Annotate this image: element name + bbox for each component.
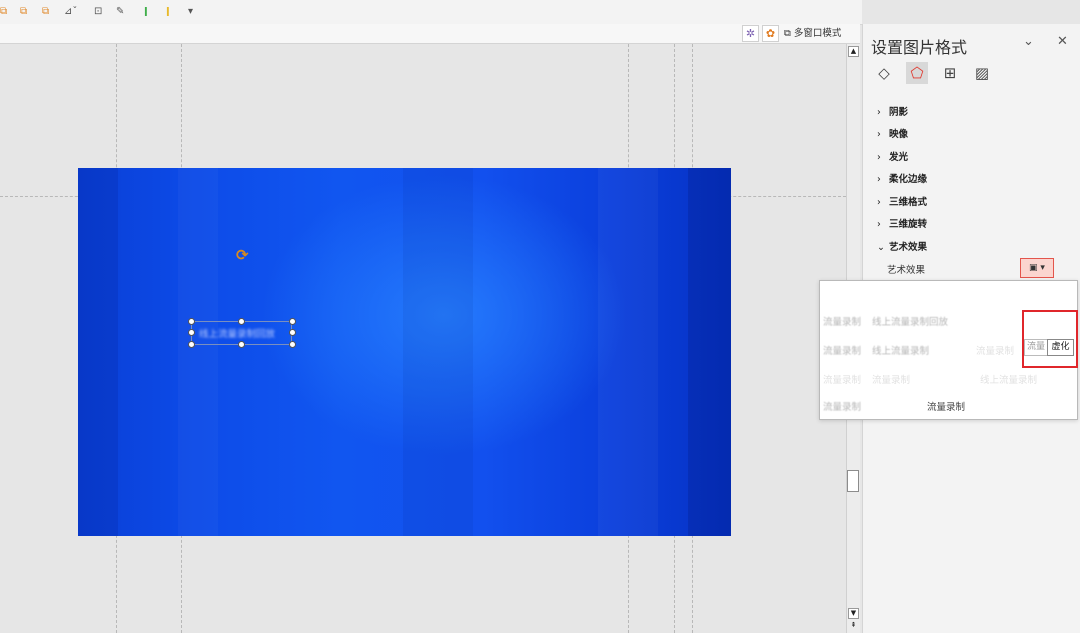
image-band [78,168,118,536]
settings-gear-icon[interactable]: ✿ [762,25,779,42]
scroll-down-icon[interactable]: ▼ [848,608,859,619]
resize-handle[interactable] [289,329,296,336]
fill-bucket-icon[interactable]: ◇ [873,62,895,84]
effect-option[interactable]: 流量录制 [976,343,1014,357]
arrange-icon[interactable]: ⧉ [0,5,7,19]
format-painter-icon[interactable]: ✎ [116,5,124,19]
resize-handle[interactable] [188,329,195,336]
quick-access-toolbar: ⧉ ⧉ ⧉ ⊿ˇ ⊡ ✎ ǀ ǀ ▾ [0,0,862,25]
section-label: 三维格式 [889,197,928,208]
textbox-text: 线上流量录制回放 [199,329,276,340]
effect-option[interactable]: 线上流量录制 [872,343,929,357]
artistic-effects-dropdown[interactable]: ▣ ▾ [1020,258,1054,278]
image-band [178,168,218,536]
effect-option[interactable]: 流量录制 [823,343,861,357]
chevron-right-icon: › [877,152,881,163]
effect-option[interactable]: 线上流量录制 [980,372,1037,386]
green-marker-icon[interactable]: ǀ [144,5,148,19]
send-backward-icon[interactable]: ⧉ [42,5,49,19]
section-label: 艺术效果 [889,242,928,253]
section-label: 映像 [889,129,909,140]
highlight-annotation-box [1022,310,1078,368]
artistic-effect-thumbnail-icon: ▣ [1029,263,1038,273]
bring-forward-icon[interactable]: ⧉ [20,5,27,19]
resize-handle[interactable] [289,341,296,348]
magic-wand-icon[interactable]: ✲ [742,25,759,42]
chevron-right-icon: › [877,219,881,230]
effect-option[interactable]: 流量录制 [823,314,861,328]
chevron-right-icon: › [877,129,881,140]
chevron-down-icon[interactable]: ⌄ [1023,34,1034,49]
section-3d-format[interactable]: › 三维格式 [877,194,927,208]
window-icon: ⧉ [784,28,794,39]
section-artistic-effects[interactable]: ⌄ 艺术效果 [877,239,927,253]
section-label: 柔化边缘 [889,174,928,185]
effect-option[interactable]: 线上流量录制回放 [872,314,948,328]
effect-option[interactable]: 流量录制 [823,399,861,413]
chevron-down-icon: ⌄ [877,242,885,253]
editor-strip: ✲ ✿ ⧉ 多窗口模式 [0,24,860,44]
resize-handle[interactable] [238,318,245,325]
section-3d-rotation[interactable]: › 三维旋转 [877,216,927,230]
pentagon-effects-icon[interactable]: ⬠ [906,62,928,84]
chevron-right-icon: › [877,197,881,208]
slide-canvas[interactable]: 线上流量录制回放 [0,44,846,633]
effect-option[interactable]: 流量录制 [872,372,910,386]
group-icon[interactable]: ⊡ [94,5,102,19]
dropdown-arrow-icon: ▾ [1040,263,1045,273]
resize-handle[interactable] [289,318,296,325]
rotate-handle-icon[interactable]: ⟳ [236,246,249,264]
panel-title: 设置图片格式 [871,38,968,57]
section-soft-edges[interactable]: › 柔化边缘 [877,171,927,185]
resize-handle[interactable] [188,341,195,348]
chevron-right-icon: › [877,107,881,118]
section-shadow[interactable]: › 阴影 [877,104,908,118]
slide-background-image[interactable]: 线上流量录制回放 [78,168,731,536]
customize-toolbar-icon[interactable]: ▾ [188,5,193,19]
multi-window-label: 多窗口模式 [793,28,842,39]
section-label: 发光 [889,152,909,163]
yellow-marker-icon[interactable]: ǀ [166,5,170,19]
resize-handle[interactable] [238,341,245,348]
artistic-effects-label: 艺术效果 [887,265,926,276]
chevron-right-icon: › [877,174,881,185]
resize-handle[interactable] [188,318,195,325]
image-band [598,168,658,536]
image-band [688,168,731,536]
section-label: 三维旋转 [889,219,928,230]
scroll-thumb[interactable] [847,470,859,492]
section-glow[interactable]: › 发光 [877,149,908,163]
align-icon[interactable]: ⊿ˇ [64,5,77,19]
size-position-icon[interactable]: ⊞ [939,62,961,84]
close-icon[interactable]: ✕ [1057,34,1068,49]
effect-option[interactable]: 流量录制 [927,399,965,413]
section-reflection[interactable]: › 映像 [877,126,908,140]
scroll-up-icon[interactable]: ▲ [848,46,859,57]
image-band [403,168,473,536]
picture-icon[interactable]: ▨ [971,62,993,84]
effect-option[interactable]: 流量录制 [823,372,861,386]
previous-page-icon[interactable]: ⇞ [848,621,859,632]
multi-window-button[interactable]: ⧉ 多窗口模式 [784,25,841,42]
section-label: 阴影 [889,107,909,118]
